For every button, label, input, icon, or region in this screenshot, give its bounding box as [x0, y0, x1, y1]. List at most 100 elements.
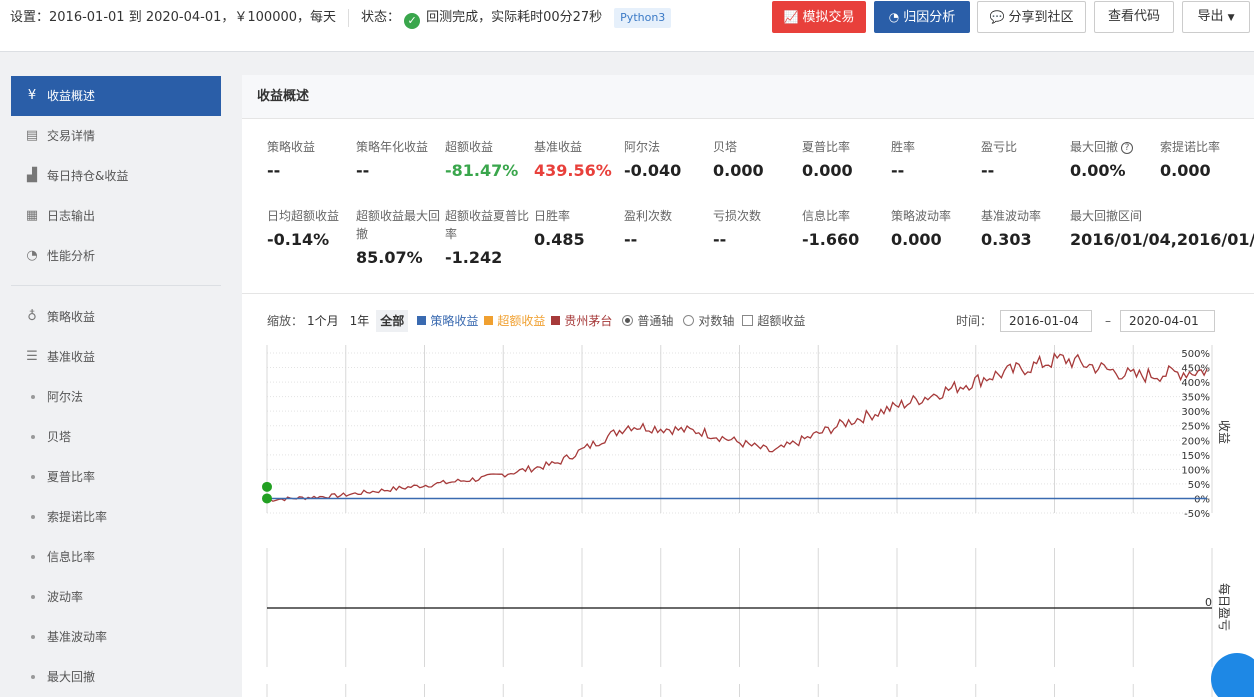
elapsed-text: ，实际耗时00分27秒: [478, 10, 603, 25]
metric-label: 超额收益最大回撤: [356, 209, 441, 241]
sidebar: ¥ 收益概述 ▤ 交易详情 ▟ 每日持仓&收益 ▦ 日志输出 ◔ 性能分析 ♁ 策略收益 ☰…: [0, 52, 240, 697]
metric-label: 胜率: [891, 140, 916, 154]
top-bar: 设置：2016-01-01 到 2020-04-01，￥100000，每天 状态：…: [0, 0, 1254, 52]
linear-axis-label: 普通轴: [637, 314, 674, 328]
share-button[interactable]: 💬 分享到社区: [977, 1, 1086, 33]
metric-item: 盈亏比 --: [981, 138, 1069, 180]
sidebar-item-strategy-return[interactable]: ♁ 策略收益: [11, 297, 221, 337]
metric-value: 0.000: [713, 161, 764, 180]
sidebar-item-label: 基准收益: [47, 350, 96, 364]
legend-benchmark[interactable]: 贵州茅台: [551, 310, 612, 332]
metric-item: 盈利次数 --: [624, 207, 712, 249]
sidebar-item-trades[interactable]: ▤ 交易详情: [11, 116, 221, 156]
y-tick-label: 500%: [1181, 349, 1210, 360]
metric-label: 盈利次数: [624, 209, 673, 223]
metric-item: 亏损次数 --: [713, 207, 801, 249]
metric-value: -81.47%: [445, 161, 519, 180]
linear-axis-radio[interactable]: [622, 315, 634, 326]
view-code-button[interactable]: 查看代码: [1094, 1, 1174, 33]
zoom-1y-button[interactable]: 1年: [346, 310, 374, 332]
daily-pnl-chart[interactable]: 0 每日盈亏: [242, 547, 1254, 697]
sidebar-item-sortino[interactable]: 索提诺比率: [11, 497, 221, 537]
export-dropdown[interactable]: 导出 ▼: [1182, 1, 1250, 33]
lightbulb-icon: ♁: [27, 309, 37, 324]
sidebar-item-label: 性能分析: [47, 249, 96, 263]
pie-icon: ◔: [26, 248, 38, 263]
sidebar-item-info-ratio[interactable]: 信息比率: [11, 537, 221, 577]
metric-item: 策略收益 --: [267, 138, 355, 180]
sidebar-item-label: 索提诺比率: [47, 510, 108, 524]
view-code-label: 查看代码: [1107, 9, 1160, 24]
metric-value: --: [891, 161, 905, 180]
check-circle-icon: ✓: [404, 13, 421, 29]
metric-label: 最大回撤?: [1070, 138, 1158, 156]
metric-item: 夏普比率 0.000: [802, 138, 890, 180]
excess-return-label: 超额收益: [757, 314, 806, 328]
benchmark-line: [266, 352, 1208, 502]
y-tick-label: 250%: [1181, 422, 1210, 433]
help-icon[interactable]: ?: [1121, 142, 1134, 154]
metric-value: 2016/01/04,2016/01/04: [1070, 230, 1254, 249]
end-date-input[interactable]: 2020-04-01: [1120, 310, 1215, 332]
y-tick-label: -50%: [1184, 509, 1210, 520]
date-separator: –: [1105, 314, 1111, 328]
metric-item: 基准波动率 0.303: [981, 207, 1069, 249]
zoom-1m-button[interactable]: 1个月: [303, 310, 343, 332]
metric-value: 0.000: [891, 230, 942, 249]
metric-label: 策略年化收益: [356, 140, 429, 154]
legend-swatch: [484, 316, 494, 325]
sim-trade-button[interactable]: 📈 模拟交易: [772, 1, 866, 33]
sidebar-item-beta[interactable]: 贝塔: [11, 417, 221, 457]
metric-label: 策略波动率: [891, 209, 952, 223]
sidebar-item-label: 策略收益: [47, 310, 96, 324]
legend-strategy[interactable]: 策略收益: [417, 310, 478, 332]
metric-value: --: [267, 161, 281, 180]
return-chart[interactable]: 500%450%400%350%300%250%200%150%100%50%0…: [242, 340, 1254, 570]
metric-item: 超额收益最大回撤 85.07%: [356, 207, 444, 267]
sidebar-item-volatility[interactable]: 波动率: [11, 577, 221, 617]
metric-item: 超额收益夏普比率 -1.242: [445, 207, 533, 267]
sidebar-item-label: 基准波动率: [47, 630, 108, 644]
y-axis-label: 每日盈亏: [1217, 583, 1232, 631]
log-axis-label: 对数轴: [698, 314, 735, 328]
sidebar-item-max-drawdown[interactable]: 最大回撤: [11, 657, 221, 697]
bullet-icon: [31, 435, 35, 439]
zoom-label: 缩放：: [267, 314, 304, 328]
sidebar-item-sharpe[interactable]: 夏普比率: [11, 457, 221, 497]
metric-value: --: [356, 161, 370, 180]
excess-return-checkbox[interactable]: [742, 315, 754, 326]
zoom-all-button[interactable]: 全部: [376, 310, 409, 332]
metric-value: 0.000: [1160, 161, 1211, 180]
metric-item: 最大回撤? 0.00%: [1070, 138, 1158, 180]
sidebar-item-performance[interactable]: ◔ 性能分析: [11, 236, 221, 276]
sidebar-item-label: 每日持仓&收益: [47, 169, 129, 183]
comment-icon: 💬: [989, 10, 1005, 24]
metric-value: 0.00%: [1070, 161, 1126, 180]
share-label: 分享到社区: [1008, 10, 1074, 25]
start-date-input[interactable]: 2016-01-04: [1000, 310, 1092, 332]
sidebar-item-label: 阿尔法: [47, 390, 84, 404]
metric-label: 索提诺比率: [1160, 140, 1221, 154]
metric-label: 日均超额收益: [267, 209, 340, 223]
sidebar-item-alpha[interactable]: 阿尔法: [11, 377, 221, 417]
overview-panel: 收益概述 策略收益 -- 策略年化收益 -- 超额收益 -81.47% 基准收益 439.56…: [242, 75, 1254, 697]
log-axis-radio[interactable]: [683, 315, 695, 326]
sim-trade-label: 模拟交易: [802, 10, 855, 25]
sidebar-item-label: 最大回撤: [47, 670, 96, 684]
metric-value: -1.660: [802, 230, 860, 249]
metric-value: --: [981, 161, 995, 180]
legend-swatch: [551, 316, 561, 325]
sidebar-item-benchmark-return[interactable]: ☰ 基准收益: [11, 337, 221, 377]
metric-value: -1.242: [445, 248, 503, 267]
metric-value: -0.14%: [267, 230, 330, 249]
sidebar-item-overview[interactable]: ¥ 收益概述: [11, 76, 221, 116]
attribution-button[interactable]: ◔ 归因分析: [874, 1, 970, 33]
legend-excess[interactable]: 超额收益: [484, 310, 545, 332]
sidebar-item-positions[interactable]: ▟ 每日持仓&收益: [11, 156, 221, 196]
sidebar-item-label: 日志输出: [47, 209, 96, 223]
sidebar-item-logs[interactable]: ▦ 日志输出: [11, 196, 221, 236]
bullet-icon: [31, 515, 35, 519]
metric-value: --: [713, 230, 727, 249]
metric-value: --: [624, 230, 638, 249]
sidebar-item-benchmark-volatility[interactable]: 基准波动率: [11, 617, 221, 657]
